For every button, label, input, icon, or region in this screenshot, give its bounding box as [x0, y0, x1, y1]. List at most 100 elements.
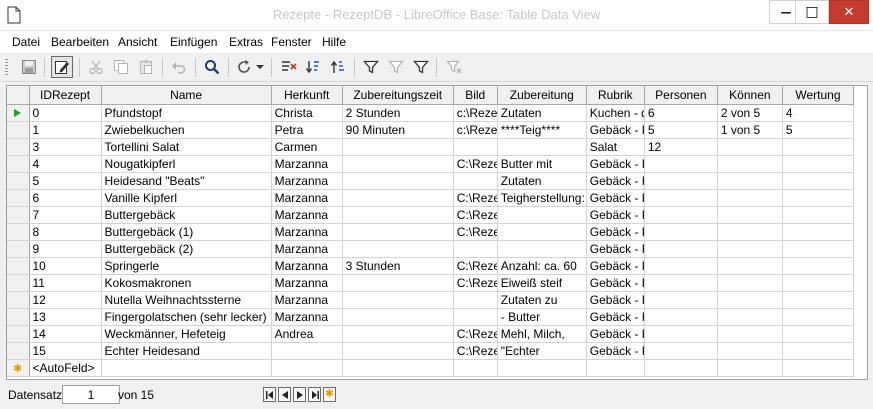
table-cell[interactable] [497, 359, 587, 377]
table-cell[interactable] [342, 274, 454, 292]
table-cell[interactable]: 15 [29, 342, 102, 360]
table-cell[interactable] [717, 342, 783, 360]
column-header-wertung[interactable]: Wertung [782, 86, 855, 105]
table-cell[interactable] [782, 155, 855, 173]
table-cell[interactable] [717, 172, 783, 190]
table-cell[interactable] [644, 189, 718, 207]
table-cell[interactable] [782, 240, 855, 258]
table-cell[interactable] [342, 206, 454, 224]
table-cell[interactable]: Weckmänner, Hefeteig [101, 325, 272, 343]
table-cell[interactable]: Carmen [271, 138, 343, 156]
table-cell[interactable] [271, 342, 343, 360]
table-cell[interactable]: Marzanna [271, 274, 343, 292]
table-cell[interactable]: 12 [644, 138, 718, 156]
cut-button[interactable] [85, 56, 107, 78]
table-cell[interactable]: 11 [29, 274, 102, 292]
table-cell[interactable]: 5 [29, 172, 102, 190]
table-cell[interactable] [342, 342, 454, 360]
table-cell[interactable]: Nougatkipferl [101, 155, 272, 173]
table-cell[interactable]: C:\Reze [453, 274, 498, 292]
table-cell[interactable] [453, 138, 498, 156]
record-number-input[interactable]: 1 [62, 385, 120, 404]
table-cell[interactable]: Marzanna [271, 223, 343, 241]
table-cell[interactable]: Marzanna [271, 257, 343, 275]
column-header-rubrik[interactable]: Rubrik [586, 86, 645, 105]
table-cell[interactable]: 2 von 5 [717, 104, 783, 122]
table-cell[interactable] [644, 172, 718, 190]
table-cell[interactable] [497, 206, 587, 224]
table-cell[interactable]: C:\Reze [453, 257, 498, 275]
table-cell[interactable]: 0 [29, 104, 102, 122]
table-cell[interactable]: Gebäck - P [586, 274, 645, 292]
table-cell[interactable]: Tortellini Salat [101, 138, 272, 156]
table-cell[interactable] [644, 274, 718, 292]
table-cell[interactable]: - Butter [497, 308, 587, 326]
table-row[interactable]: 15 Echter Heidesand C:\Reze "Echter Gebäck -… [7, 342, 855, 360]
next-record-button[interactable] [293, 387, 306, 402]
table-cell[interactable] [453, 172, 498, 190]
table-cell[interactable]: 6 [29, 189, 102, 207]
copy-button[interactable] [110, 56, 132, 78]
row-header[interactable] [7, 325, 30, 343]
table-cell[interactable] [342, 291, 454, 309]
table-cell[interactable] [644, 359, 718, 377]
row-header[interactable] [7, 172, 30, 190]
table-cell[interactable] [717, 291, 783, 309]
close-button[interactable]: ✕ [829, 0, 869, 24]
table-cell[interactable] [782, 359, 855, 377]
table-cell[interactable] [644, 325, 718, 343]
table-cell[interactable]: C:\Reze [453, 155, 498, 173]
row-header[interactable] [7, 121, 30, 139]
table-cell[interactable]: 3 Stunden [342, 257, 454, 275]
table-cell[interactable]: Echter Heidesand [101, 342, 272, 360]
table-cell[interactable] [782, 206, 855, 224]
first-record-button[interactable] [263, 387, 276, 402]
undo-button[interactable] [168, 56, 190, 78]
table-cell[interactable]: Buttergebäck [101, 206, 272, 224]
new-record-row[interactable]: ✱ <AutoFeld> [7, 359, 855, 377]
table-cell[interactable]: Marzanna [271, 155, 343, 173]
row-header[interactable]: ✱ [7, 359, 30, 377]
paste-button[interactable] [135, 56, 157, 78]
table-cell[interactable]: 7 [29, 206, 102, 224]
apply-filter-button[interactable] [385, 56, 407, 78]
column-header-zubereitung[interactable]: Zubereitung [497, 86, 587, 105]
table-cell[interactable]: Gebäck - P [586, 189, 645, 207]
table-row[interactable]: 12 Nutella Weihnachtssterne Marzanna Zutate… [7, 291, 855, 309]
table-cell[interactable] [782, 257, 855, 275]
toolbar-grip[interactable] [5, 59, 8, 76]
table-cell[interactable] [782, 291, 855, 309]
table-cell[interactable] [101, 359, 272, 377]
table-cell[interactable]: 1 von 5 [717, 121, 783, 139]
table-row[interactable]: 0PfundstopfChrista2 Stundenc:\RezepZutat… [7, 104, 855, 122]
table-cell[interactable]: Marzanna [271, 291, 343, 309]
row-header[interactable] [7, 274, 30, 292]
new-record-button[interactable]: ✱ [323, 387, 336, 402]
table-row[interactable]: 3 Tortellini Salat Carmen Salat 12 [7, 138, 855, 156]
table-cell[interactable] [342, 359, 454, 377]
table-cell[interactable]: Buttergebäck (2) [101, 240, 272, 258]
table-cell[interactable]: C:\Reze [453, 223, 498, 241]
table-cell[interactable]: Petra [271, 121, 343, 139]
table-cell[interactable] [644, 240, 718, 258]
table-cell[interactable] [342, 189, 454, 207]
table-cell[interactable]: Anzahl: ca. 60 [497, 257, 587, 275]
table-cell[interactable]: 9 [29, 240, 102, 258]
table-cell[interactable]: 5 [644, 121, 718, 139]
table-cell[interactable]: Kuchen - d [586, 104, 645, 122]
table-cell[interactable] [717, 206, 783, 224]
table-cell[interactable]: c:\Rezep [453, 104, 498, 122]
table-cell[interactable] [497, 138, 587, 156]
table-cell[interactable]: Pfundstopf [101, 104, 272, 122]
table-cell[interactable]: "Echter [497, 342, 587, 360]
table-cell[interactable]: Gebäck - P [586, 121, 645, 139]
table-cell[interactable]: Kokosmakronen [101, 274, 272, 292]
table-cell[interactable]: 8 [29, 223, 102, 241]
table-cell[interactable] [453, 308, 498, 326]
table-cell[interactable]: ****Teig**** [497, 121, 587, 139]
table-cell[interactable]: Marzanna [271, 172, 343, 190]
table-row[interactable]: 13 Fingergolatschen (sehr lecker) Marzanna… [7, 308, 855, 326]
table-cell[interactable]: Fingergolatschen (sehr lecker) [101, 308, 272, 326]
table-cell[interactable]: C:\Reze [453, 206, 498, 224]
table-cell[interactable] [782, 342, 855, 360]
